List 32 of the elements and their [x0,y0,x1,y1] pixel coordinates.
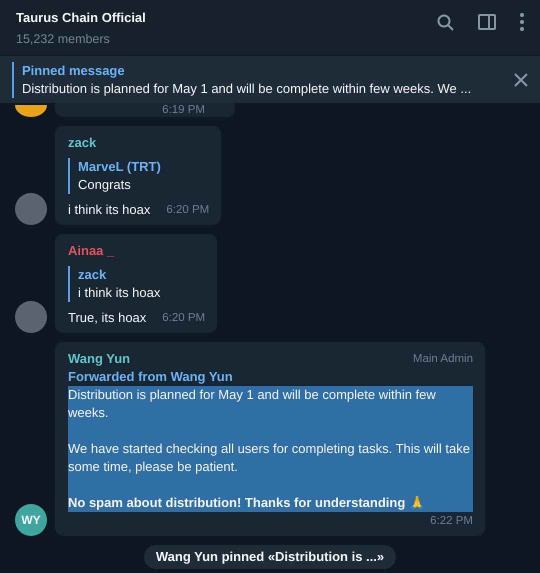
service-message: Wang Yun pinned «Distribution is ...» [144,545,396,569]
admin-role-label: Main Admin [412,352,473,367]
quoted-text: Congrats [78,176,132,194]
sidebar-toggle-icon[interactable] [478,14,496,30]
photo-placeholder [15,193,47,225]
forwarded-label: Forwarded from Wang Yun [68,368,234,386]
pinned-message-bar[interactable]: Pinned message Distribution is planned for May 1 and will be complete within few weeks. We ... [0,55,540,103]
message-paragraph: Distribution is planned for May 1 and will be complete within few weeks. [68,386,437,422]
message-time: 6:20 PM [162,311,206,326]
message-time: 6:20 PM [166,203,210,218]
message-paragraph: We have started checking all users for completing tasks. This will take some time, please be patient. [68,440,471,476]
quoted-text: i think its hoax [78,284,162,302]
quoted-sender: zack [78,266,108,284]
sender-name: Wang Yun [68,350,130,368]
user-avatar: WY [15,504,47,536]
more-menu-icon[interactable] [520,13,524,31]
search-icon[interactable] [437,14,454,30]
message-time: 6:19 PM [162,103,205,117]
sender-name: zack [68,134,96,152]
pinned-text: Distribution is planned for May 1 and will be complete within few weeks. We ... [22,80,472,98]
quoted-sender: MarveL (TRT) [78,158,162,176]
message-text: True, its hoax [68,309,146,327]
message-time: 6:22 PM [430,514,473,529]
pinned-label: Pinned message [22,62,126,80]
close-icon[interactable] [514,72,528,86]
photo-placeholder [15,301,47,333]
sender-name: Ainaa _ [68,242,114,260]
chat-title: Taurus Chain Official [16,9,146,27]
message-paragraph: No spam about distribution! Thanks for understanding 🙏 [68,494,426,512]
message-text: i think its hoax [68,201,150,219]
member-count: 15,232 members [16,31,111,48]
photo-placeholder [15,105,47,117]
